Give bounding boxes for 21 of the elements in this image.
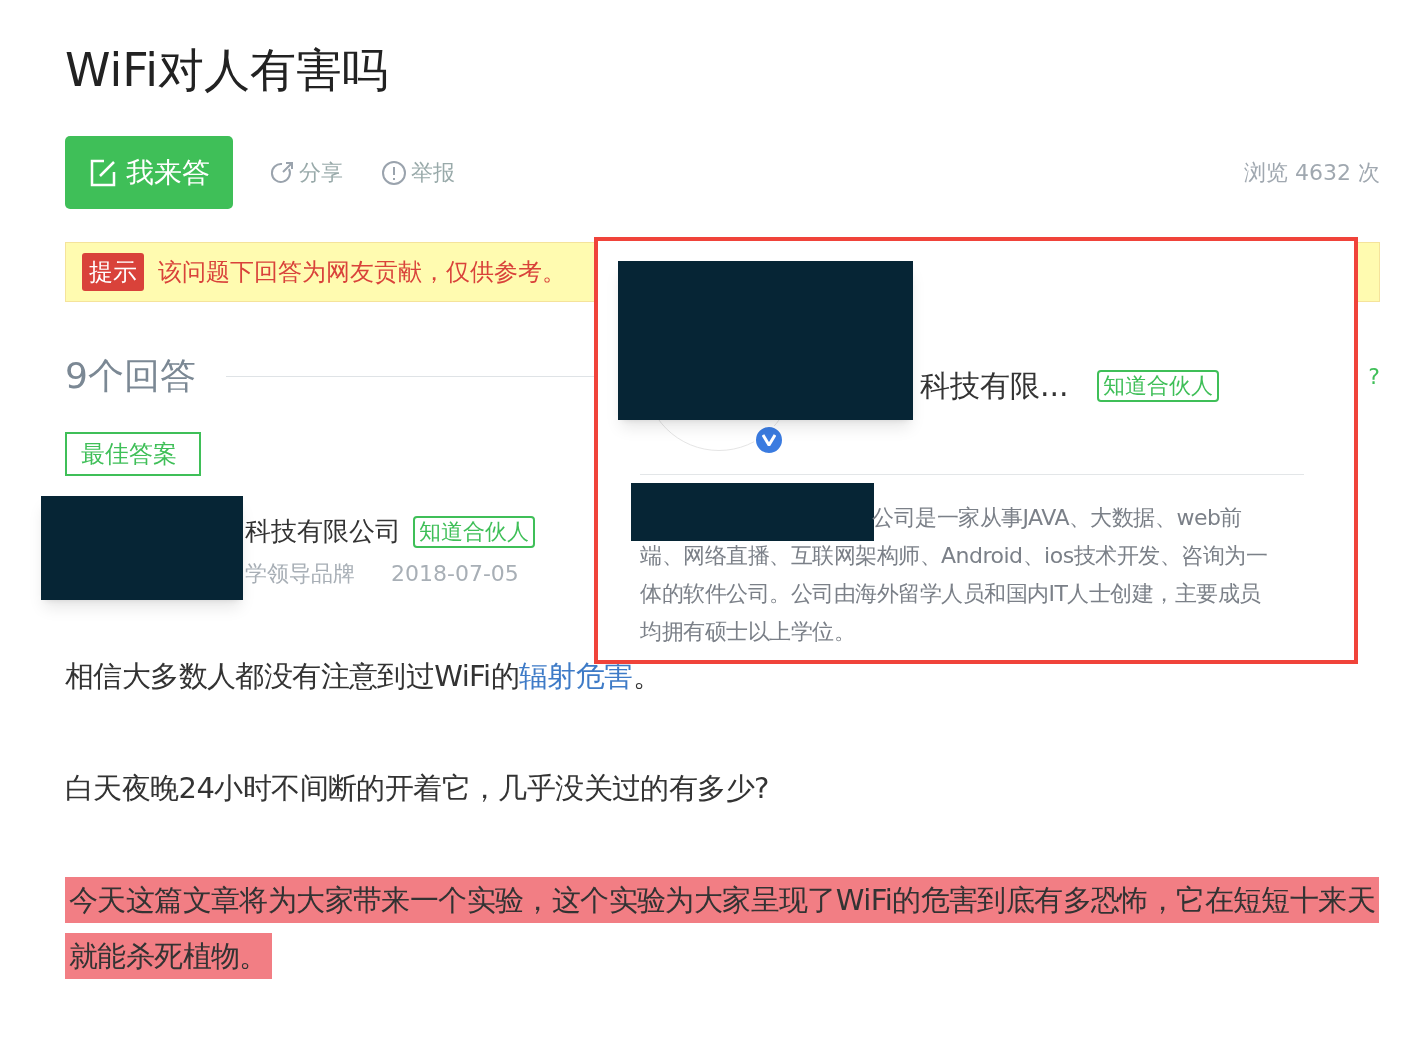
inline-link[interactable]: 辐射危害 [518,659,633,693]
answer-count: 9个回答 [65,354,196,398]
view-count: 浏览 4632 次 [1244,159,1380,187]
answer-paragraph: 白天夜晚24小时不间断的开着它，几乎没关过的有多少? [65,770,770,807]
answer-date: 2018-07-05 [391,560,519,588]
help-link[interactable]: ? [1368,359,1380,393]
best-answer-badge: 最佳答案 [65,432,201,476]
partner-tag: 知道合伙人 [1096,369,1219,402]
exclamation-circle-icon [381,159,407,186]
notice-badge: 提示 [82,253,144,291]
edit-icon [88,157,118,188]
partner-tag: 知道合伙人 [413,515,535,548]
notice-text: 该问题下回答为网友贡献，仅供参考。 [158,257,566,288]
answer-button[interactable]: 我来答 [65,136,233,209]
question-title: WiFi对人有害吗 [65,42,390,99]
report-link[interactable]: 举报 [381,156,455,189]
author-name[interactable]: 科技有限公司 [245,512,401,551]
share-icon [269,159,295,186]
share-link[interactable]: 分享 [269,156,343,189]
author-subtitle: 学领导品牌 [245,560,355,588]
company-name: 科技有限... [920,367,1069,405]
